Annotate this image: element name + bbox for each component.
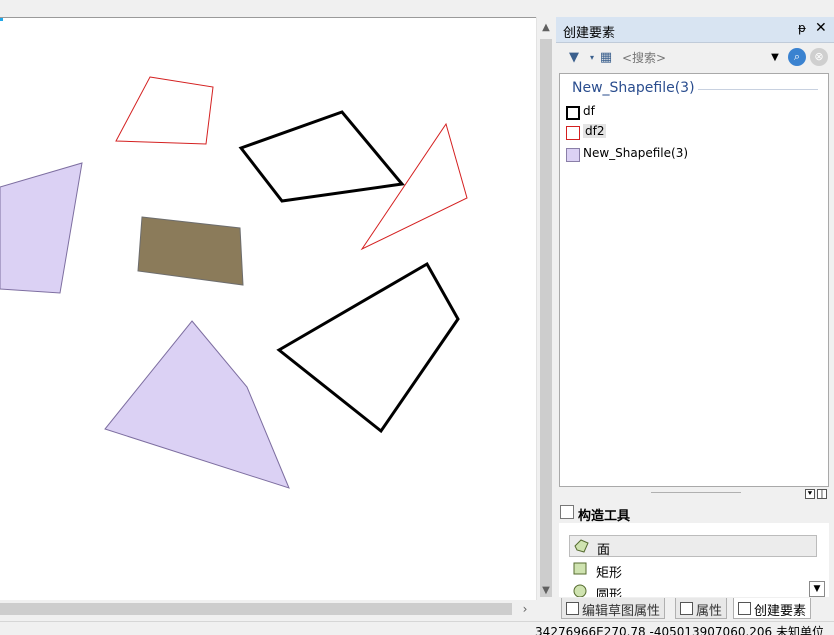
red-outline-swatch-icon bbox=[566, 126, 580, 140]
create-features-panel: 创建要素 ᵽ ✕ ▼ ▾ ▦ ▼ ⌕ ⊗ New_Shapefile(3) df… bbox=[556, 17, 834, 621]
horizontal-scroll-thumb[interactable] bbox=[0, 603, 512, 615]
create-features-icon bbox=[738, 602, 751, 615]
template-item-new-shapefile[interactable]: New_Shapefile(3) bbox=[566, 144, 822, 164]
map-vertical-scrollbar[interactable]: ▲ ▼ bbox=[536, 17, 554, 600]
feature-red-quad[interactable] bbox=[115, 76, 214, 145]
clear-search-icon[interactable]: ⊗ bbox=[810, 48, 828, 66]
feature-purple-polygon-left[interactable] bbox=[0, 162, 83, 294]
construction-tools-title: 构造工具 bbox=[578, 509, 631, 524]
tools-scroll-down-icon[interactable]: ▼ bbox=[809, 581, 825, 597]
tab-label: 编辑草图属性 bbox=[582, 604, 661, 619]
tool-label: 面 bbox=[597, 543, 611, 558]
template-label: df2 bbox=[583, 124, 607, 138]
sketch-properties-icon bbox=[566, 602, 579, 615]
purple-fill-swatch-icon bbox=[566, 148, 580, 162]
filter-icon[interactable]: ▼ bbox=[564, 48, 584, 68]
template-group-header: New_Shapefile(3) bbox=[572, 80, 695, 96]
black-outline-swatch-icon bbox=[566, 106, 580, 120]
feature-brown-polygon[interactable] bbox=[137, 216, 244, 286]
tab-label: 创建要素 bbox=[754, 604, 807, 619]
feature-black-quad-top[interactable] bbox=[238, 110, 405, 203]
tool-label: 圆形 bbox=[596, 588, 623, 597]
panel-title-bar: 创建要素 ᵽ ✕ bbox=[556, 17, 834, 43]
coordinate-readout: 34276966E270.78 -405013907060.206 未知单位 bbox=[535, 625, 824, 635]
map-features[interactable] bbox=[0, 18, 536, 600]
search-icon[interactable]: ⌕ bbox=[788, 48, 806, 66]
template-item-df[interactable]: df bbox=[566, 102, 822, 122]
selection-marker bbox=[0, 18, 3, 21]
construction-tools-list[interactable]: 面 矩形 圆形 ▼ bbox=[559, 523, 829, 597]
tab-create-features[interactable]: 创建要素 bbox=[733, 598, 812, 619]
template-label: New_Shapefile(3) bbox=[583, 146, 689, 160]
status-bar: 34276966E270.78 -405013907060.206 未知单位 bbox=[0, 621, 834, 635]
panel-tabs: 编辑草图属性 属性 创建要素 bbox=[561, 597, 833, 621]
tab-edit-sketch-properties[interactable]: 编辑草图属性 bbox=[561, 598, 666, 619]
polygon-tool-icon bbox=[574, 539, 589, 553]
search-dropdown-icon[interactable]: ▼ bbox=[768, 48, 782, 68]
panel-title: 创建要素 bbox=[563, 26, 616, 41]
attributes-icon bbox=[680, 602, 693, 615]
pin-icon[interactable]: ᵽ bbox=[798, 21, 806, 35]
tab-attributes[interactable]: 属性 bbox=[675, 598, 728, 619]
construction-tools-header: 构造工具 bbox=[556, 501, 834, 524]
tool-rectangle[interactable]: 矩形 bbox=[569, 559, 817, 581]
tool-circle[interactable]: 圆形 bbox=[569, 581, 817, 597]
expand-icon[interactable]: | bbox=[817, 489, 827, 499]
scroll-up-arrow-icon[interactable]: ▲ bbox=[537, 19, 555, 37]
panel-toolbar: ▼ ▾ ▦ ▼ ⌕ ⊗ bbox=[560, 45, 830, 71]
tab-label: 属性 bbox=[696, 604, 723, 619]
tool-polygon[interactable]: 面 bbox=[569, 535, 817, 558]
template-item-df2[interactable]: df2 bbox=[566, 122, 822, 142]
circle-tool-icon bbox=[573, 584, 587, 597]
template-search-input[interactable] bbox=[618, 48, 782, 68]
construction-tools-icon bbox=[560, 505, 574, 519]
feature-black-quad-bottom[interactable] bbox=[276, 261, 460, 434]
scroll-right-arrow-icon[interactable]: › bbox=[516, 600, 534, 618]
map-horizontal-scrollbar[interactable]: › bbox=[0, 600, 536, 618]
map-canvas[interactable] bbox=[0, 17, 536, 600]
scroll-down-arrow-icon[interactable]: ▼ bbox=[537, 582, 555, 600]
collapse-icon[interactable]: ⯆ bbox=[805, 489, 815, 499]
panel-splitter[interactable]: ⯆ | bbox=[559, 489, 829, 501]
feature-template-list[interactable]: New_Shapefile(3) df df2 New_Shapefile(3) bbox=[559, 73, 829, 487]
feature-purple-polygon-bottom[interactable] bbox=[104, 320, 290, 489]
group-header-divider bbox=[698, 89, 818, 90]
close-icon[interactable]: ✕ bbox=[815, 20, 827, 36]
splitter-grip[interactable] bbox=[651, 492, 741, 493]
vertical-scroll-thumb[interactable] bbox=[540, 39, 552, 597]
rectangle-tool-icon bbox=[573, 562, 587, 575]
tool-label: 矩形 bbox=[596, 566, 623, 581]
organize-templates-icon[interactable]: ▦ bbox=[596, 48, 616, 68]
template-label: df bbox=[583, 104, 595, 118]
